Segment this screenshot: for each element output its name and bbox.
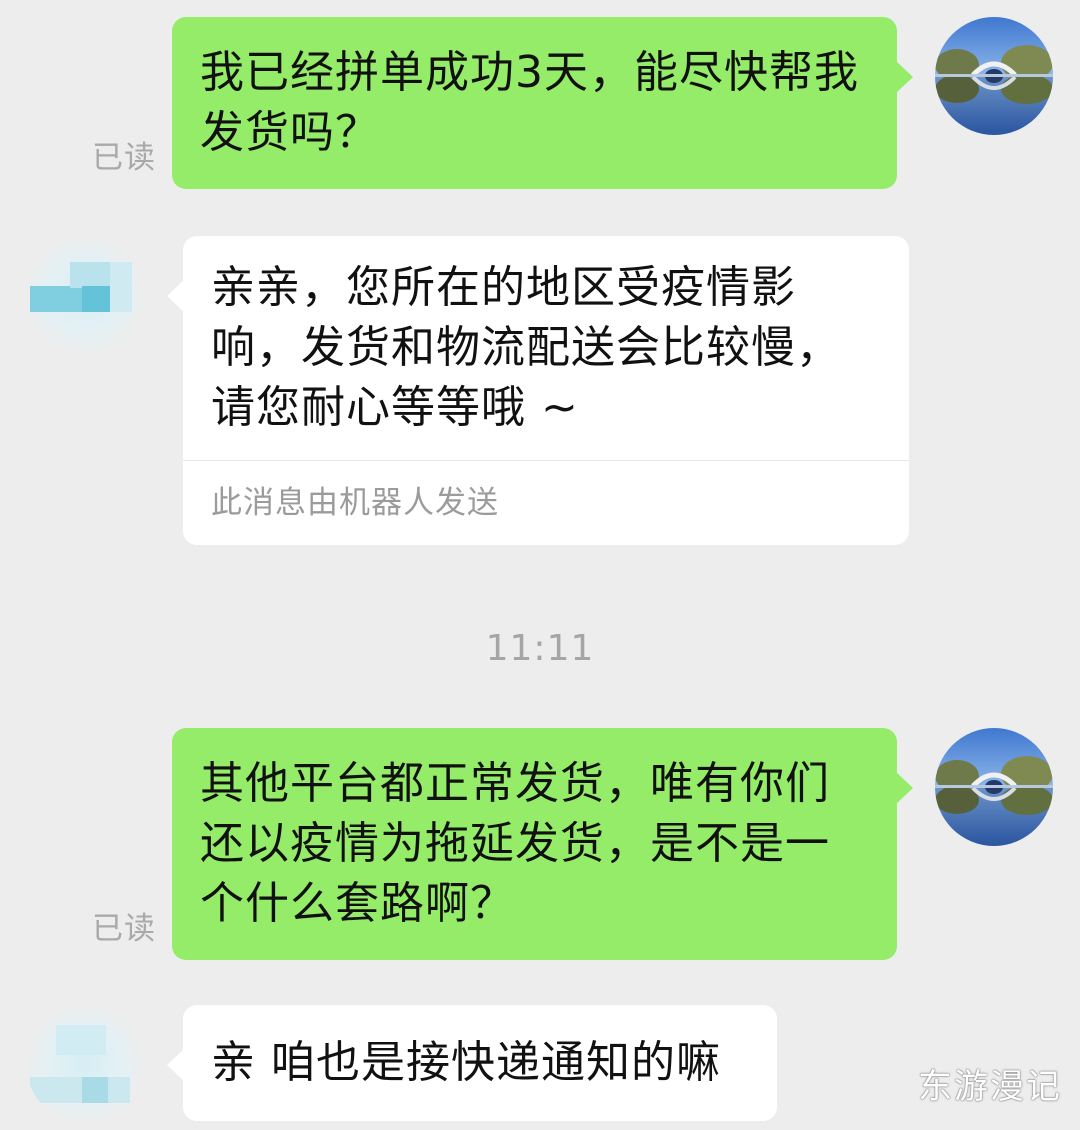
- self-avatar[interactable]: [935, 728, 1053, 846]
- outgoing-message-bubble[interactable]: 我已经拼单成功3天，能尽快帮我发货吗？: [172, 17, 913, 189]
- chat-timestamp: 11:11: [485, 628, 595, 669]
- read-status: 已读: [92, 911, 156, 947]
- lake-bridge-photo-icon: [935, 17, 1053, 135]
- contact-avatar[interactable]: [26, 236, 144, 354]
- message-text: 其他平台都正常发货，唯有你们还以疫情为拖延发货，是不是一个什么套路啊？: [200, 758, 830, 929]
- contact-avatar[interactable]: [26, 1005, 144, 1123]
- message-text: 亲亲，您所在的地区受疫情影响，发货和物流配送会比较慢，请您耐心等等哦 ~: [211, 262, 841, 433]
- bot-sent-note: 此消息由机器人发送: [211, 485, 499, 521]
- lake-bridge-photo-icon: [935, 728, 1053, 846]
- incoming-message-bubble[interactable]: 亲 咱也是接快递通知的嘛: [167, 1005, 777, 1121]
- outgoing-message-bubble[interactable]: 其他平台都正常发货，唯有你们还以疫情为拖延发货，是不是一个什么套路啊？: [172, 728, 913, 960]
- watermark: 东游漫记: [918, 1067, 1062, 1107]
- message-text: 我已经拼单成功3天，能尽快帮我发货吗？: [200, 47, 859, 158]
- read-status: 已读: [92, 140, 156, 176]
- chat-screen: 已读 我已经拼单成功3天，能尽快帮我发货吗？ 亲亲，您所在的地区受疫情影响，发货…: [0, 0, 1080, 1130]
- message-text: 亲 咱也是接快递通知的嘛: [211, 1037, 721, 1088]
- blurred-mosaic-icon: [56, 1025, 106, 1055]
- incoming-message-bubble[interactable]: 亲亲，您所在的地区受疫情影响，发货和物流配送会比较慢，请您耐心等等哦 ~ 此消息…: [167, 236, 909, 545]
- self-avatar[interactable]: [935, 17, 1053, 135]
